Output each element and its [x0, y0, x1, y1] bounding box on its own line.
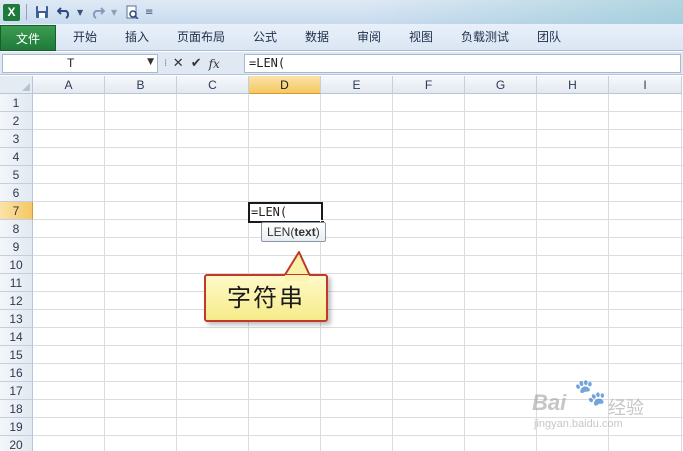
column-header-e[interactable]: E — [321, 76, 393, 94]
active-cell-content: =LEN( — [251, 205, 288, 219]
column-header-h[interactable]: H — [537, 76, 609, 94]
row-gridline — [33, 345, 683, 346]
formula-input[interactable]: =LEN( — [244, 54, 681, 73]
callout-box: 字符串 — [204, 274, 328, 322]
column-header-g[interactable]: G — [465, 76, 537, 94]
row-header-11[interactable]: 11 — [0, 274, 33, 292]
row-gridline — [33, 219, 683, 220]
toolbar-divider — [26, 4, 27, 20]
insert-function-icon[interactable]: fx — [207, 57, 221, 71]
row-header-15[interactable]: 15 — [0, 346, 33, 364]
row-gridline — [33, 273, 683, 274]
column-header-d[interactable]: D — [249, 76, 321, 94]
row-header-19[interactable]: 19 — [0, 418, 33, 436]
row-gridline — [33, 327, 683, 328]
row-header-17[interactable]: 17 — [0, 382, 33, 400]
name-box-value: T — [67, 56, 75, 70]
row-header-20[interactable]: 20 — [0, 436, 33, 451]
tab-insert[interactable]: 插入 — [116, 24, 158, 51]
row-header-14[interactable]: 14 — [0, 328, 33, 346]
row-gridline — [33, 111, 683, 112]
ribbon-tab-row: 文件 开始 插入 页面布局 公式 数据 审阅 视图 负载测试 团队 — [0, 24, 683, 51]
row-gridline — [33, 165, 683, 166]
tab-team[interactable]: 团队 — [528, 24, 570, 51]
chevron-down-icon[interactable]: ▼ — [147, 57, 154, 67]
tab-home[interactable]: 开始 — [64, 24, 106, 51]
row-gridline — [33, 363, 683, 364]
row-header-1[interactable]: 1 — [0, 94, 33, 112]
row-header-13[interactable]: 13 — [0, 310, 33, 328]
customize-icon[interactable]: ≡ — [145, 7, 155, 18]
tab-file[interactable]: 文件 — [0, 25, 56, 51]
row-header-4[interactable]: 4 — [0, 148, 33, 166]
excel-logo-icon[interactable]: X — [3, 3, 20, 21]
row-header-16[interactable]: 16 — [0, 364, 33, 382]
resize-grip-icon[interactable]: ⁞ — [164, 58, 167, 69]
tooltip-close-paren: ) — [315, 225, 320, 239]
row-gridline — [33, 309, 683, 310]
column-header-f[interactable]: F — [393, 76, 465, 94]
name-box[interactable]: T ▼ — [2, 54, 158, 73]
redo-dropdown-icon[interactable]: ▼ — [111, 8, 119, 17]
column-header-a[interactable]: A — [33, 76, 105, 94]
row-gridline — [33, 183, 683, 184]
undo-dropdown-icon[interactable]: ▼ — [77, 8, 85, 17]
watermark-brand-cn: 经验 — [608, 398, 644, 419]
quick-access-toolbar: X ▼ ▼ ≡ — [0, 0, 683, 24]
row-header-5[interactable]: 5 — [0, 166, 33, 184]
row-gridline — [33, 291, 683, 292]
cancel-icon[interactable]: ✕ — [171, 56, 185, 71]
tab-formulas[interactable]: 公式 — [244, 24, 286, 51]
baidu-watermark: Bai 🐾 经验 jingyan.baidu.com — [530, 378, 680, 448]
redo-icon[interactable] — [89, 3, 107, 21]
row-header-8[interactable]: 8 — [0, 220, 33, 238]
watermark-url: jingyan.baidu.com — [534, 418, 623, 430]
column-header-i[interactable]: I — [609, 76, 682, 94]
enter-check-icon[interactable]: ✔ — [189, 56, 203, 71]
print-preview-icon[interactable] — [123, 3, 141, 21]
row-header-6[interactable]: 6 — [0, 184, 33, 202]
tab-load-test[interactable]: 负载测试 — [454, 24, 516, 51]
title-gradient — [363, 0, 683, 24]
row-header-9[interactable]: 9 — [0, 238, 33, 256]
function-tooltip: LEN(text) — [261, 222, 326, 242]
column-header-b[interactable]: B — [105, 76, 177, 94]
formula-bar: T ▼ ⁞ ✕ ✔ fx =LEN( — [0, 52, 683, 75]
row-header-12[interactable]: 12 — [0, 292, 33, 310]
row-header-10[interactable]: 10 — [0, 256, 33, 274]
row-header-3[interactable]: 3 — [0, 130, 33, 148]
row-header-7[interactable]: 7 — [0, 202, 33, 220]
tab-view[interactable]: 视图 — [400, 24, 442, 51]
select-all-corner[interactable] — [0, 76, 33, 94]
save-icon[interactable] — [33, 3, 51, 21]
row-gridline — [33, 237, 683, 238]
formula-tools: ⁞ ✕ ✔ fx — [160, 54, 244, 73]
row-gridline — [33, 201, 683, 202]
row-gridline — [33, 255, 683, 256]
paw-icon: 🐾 — [574, 378, 607, 408]
undo-icon[interactable] — [55, 3, 73, 21]
active-cell-d7[interactable]: =LEN( — [248, 202, 325, 225]
row-gridline — [33, 129, 683, 130]
column-header-c[interactable]: C — [177, 76, 249, 94]
tooltip-argument[interactable]: text — [294, 225, 315, 239]
row-gridline — [33, 147, 683, 148]
tab-data[interactable]: 数据 — [296, 24, 338, 51]
row-header-2[interactable]: 2 — [0, 112, 33, 130]
row-header-18[interactable]: 18 — [0, 400, 33, 418]
tab-page-layout[interactable]: 页面布局 — [170, 24, 232, 51]
tab-review[interactable]: 审阅 — [348, 24, 390, 51]
tooltip-function[interactable]: LEN( — [267, 225, 294, 239]
watermark-brand: Bai — [532, 390, 567, 415]
